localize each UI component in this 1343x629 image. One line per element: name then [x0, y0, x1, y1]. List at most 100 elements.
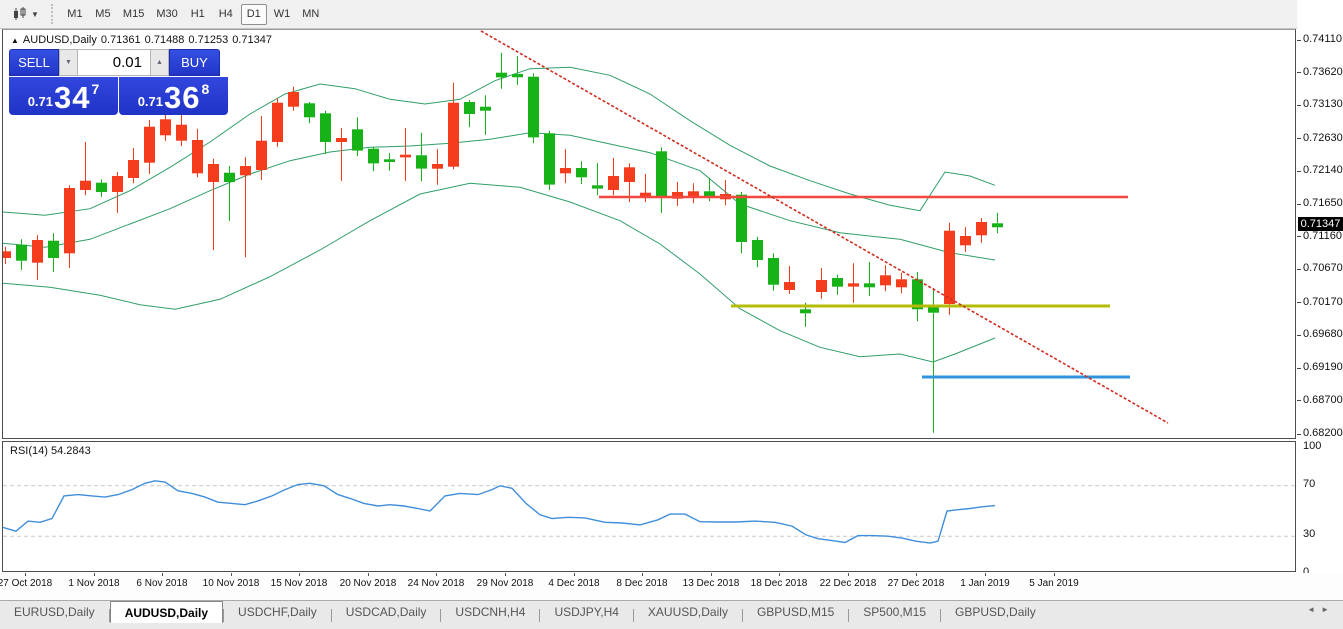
sell-price-pips: 34	[54, 83, 90, 113]
date-axis-label: 15 Nov 2018	[261, 578, 337, 589]
timeframe-toolbar: ▼ M1M5M15M30H1H4D1W1MN	[0, 0, 1343, 29]
legend-low: 0.71253	[188, 34, 228, 46]
candle-up	[368, 149, 379, 164]
price-axis-label: 0.69680	[1303, 328, 1343, 340]
chart-tab-usdjpy-h4[interactable]: USDJPY,H4	[540, 601, 632, 623]
date-axis-label: 10 Nov 2018	[193, 578, 269, 589]
date-axis-label: 27 Oct 2018	[0, 578, 63, 589]
candle-up	[416, 155, 427, 168]
collapse-arrow-icon: ▲	[11, 36, 19, 45]
candle-up	[576, 168, 587, 177]
date-axis-tick	[848, 573, 849, 576]
date-axis-tick	[1054, 573, 1055, 576]
timeframe-button-m15[interactable]: M15	[118, 4, 149, 25]
chart-tab-gbpusd-m15[interactable]: GBPUSD,M15	[743, 601, 848, 623]
price-axis-label: 0.68200	[1303, 427, 1343, 439]
price-axis-label: 0.68700	[1303, 394, 1343, 406]
date-axis-label: 4 Dec 2018	[536, 578, 612, 589]
chart-tab-gbpusd-daily[interactable]: GBPUSD,Daily	[941, 601, 1050, 623]
date-axis-label: 22 Dec 2018	[810, 578, 886, 589]
date-axis-tick	[25, 573, 26, 576]
candle-down	[880, 275, 891, 285]
candle-down	[784, 282, 795, 290]
chart-type-button[interactable]: ▼	[6, 3, 45, 25]
candle-down	[128, 160, 139, 178]
price-axis[interactable]: 0.71347 0.741100.736200.731300.726300.72…	[1297, 0, 1343, 629]
date-axis-tick	[436, 573, 437, 576]
price-axis-label: 0.72630	[1303, 132, 1343, 144]
price-axis-tick	[1297, 204, 1301, 205]
rsi-chart-canvas[interactable]	[3, 442, 1295, 571]
timeframe-button-w1[interactable]: W1	[269, 4, 296, 25]
tab-scroll-right-icon[interactable]: ►	[1321, 605, 1335, 614]
price-axis-label: 0.69190	[1303, 361, 1343, 373]
date-axis-tick	[916, 573, 917, 576]
candle-down	[208, 164, 219, 182]
timeframe-button-d1[interactable]: D1	[241, 4, 267, 25]
sell-price-button[interactable]: 0.71 34 7	[9, 77, 118, 115]
price-axis-tick	[1297, 72, 1301, 73]
timeframe-button-mn[interactable]: MN	[297, 4, 324, 25]
candle-up	[224, 173, 235, 182]
price-axis-tick	[1297, 302, 1301, 303]
chart-tab-audusd-daily[interactable]: AUDUSD,Daily	[110, 601, 223, 623]
buy-button[interactable]: BUY	[169, 49, 220, 76]
price-axis-label: 0.71160	[1303, 230, 1342, 242]
chart-tab-usdcad-daily[interactable]: USDCAD,Daily	[332, 601, 441, 623]
chart-tab-usdchf-daily[interactable]: USDCHF,Daily	[224, 601, 331, 623]
candle-up	[480, 107, 491, 111]
candle-down	[896, 279, 907, 287]
candle-down	[240, 166, 251, 175]
chart-tab-eurusd-daily[interactable]: EURUSD,Daily	[0, 601, 109, 623]
candle-up	[96, 183, 107, 192]
timeframe-button-m30[interactable]: M30	[151, 4, 182, 25]
legend-high: 0.71488	[145, 34, 185, 46]
toolbar-separator	[51, 4, 56, 24]
tab-scroll-left-icon[interactable]: ◄	[1307, 605, 1321, 614]
candle-down	[848, 283, 859, 286]
timeframe-button-h1[interactable]: H1	[185, 4, 211, 25]
timeframe-button-h4[interactable]: H4	[213, 4, 239, 25]
date-axis[interactable]: 27 Oct 20181 Nov 20186 Nov 201810 Nov 20…	[0, 573, 1343, 600]
descending-trendline[interactable]	[481, 31, 1168, 423]
rsi-axis-label: 70	[1303, 478, 1315, 490]
sell-button[interactable]: SELL	[9, 49, 59, 76]
price-axis-tick	[1297, 105, 1301, 106]
date-axis-tick	[985, 573, 986, 576]
candle-down	[3, 251, 11, 258]
main-chart-pane[interactable]: ▲AUDUSD,Daily0.713610.714880.712530.7134…	[2, 29, 1296, 439]
chart-tab-sp500-m15[interactable]: SP500,M15	[849, 601, 940, 623]
tab-scroll-arrows[interactable]: ◄►	[1307, 605, 1335, 614]
chart-tab-usdcnh-h4[interactable]: USDCNH,H4	[441, 601, 539, 623]
chart-tab-xauusd-daily[interactable]: XAUUSD,Daily	[634, 601, 742, 623]
date-axis-label: 5 Jan 2019	[1016, 578, 1092, 589]
candle-down	[160, 119, 171, 135]
date-axis-label: 18 Dec 2018	[741, 578, 817, 589]
timeframe-button-m5[interactable]: M5	[90, 4, 116, 25]
timeframe-buttons: M1M5M15M30H1H4D1W1MN	[62, 4, 326, 25]
lot-size-input[interactable]	[78, 49, 150, 76]
price-axis-tick	[1297, 269, 1301, 270]
buy-price-prefix: 0.71	[138, 94, 163, 109]
buy-price-button[interactable]: 0.71 36 8	[119, 77, 228, 115]
price-axis-tick	[1297, 236, 1301, 237]
rsi-name: RSI(14)	[10, 445, 48, 457]
candle-down	[176, 125, 187, 141]
rsi-indicator-pane[interactable]: RSI(14) 54.2843	[2, 441, 1296, 572]
lot-decrease-button[interactable]: ▼	[59, 49, 78, 76]
candle-down	[624, 167, 635, 182]
candle-up	[736, 195, 747, 242]
date-axis-tick	[505, 573, 506, 576]
candle-down	[192, 140, 203, 173]
timeframe-button-m1[interactable]: M1	[62, 4, 88, 25]
lot-increase-button[interactable]: ▲	[150, 49, 169, 76]
chevron-down-icon: ▼	[31, 10, 39, 19]
price-axis-tick	[1297, 434, 1301, 435]
price-axis-label: 0.73620	[1303, 66, 1343, 78]
date-axis-tick	[231, 573, 232, 576]
sell-price-point: 7	[92, 81, 100, 97]
date-axis-tick	[368, 573, 369, 576]
candle-down	[560, 168, 571, 173]
price-axis-label: 0.73130	[1303, 98, 1343, 110]
candle-down	[144, 127, 155, 163]
